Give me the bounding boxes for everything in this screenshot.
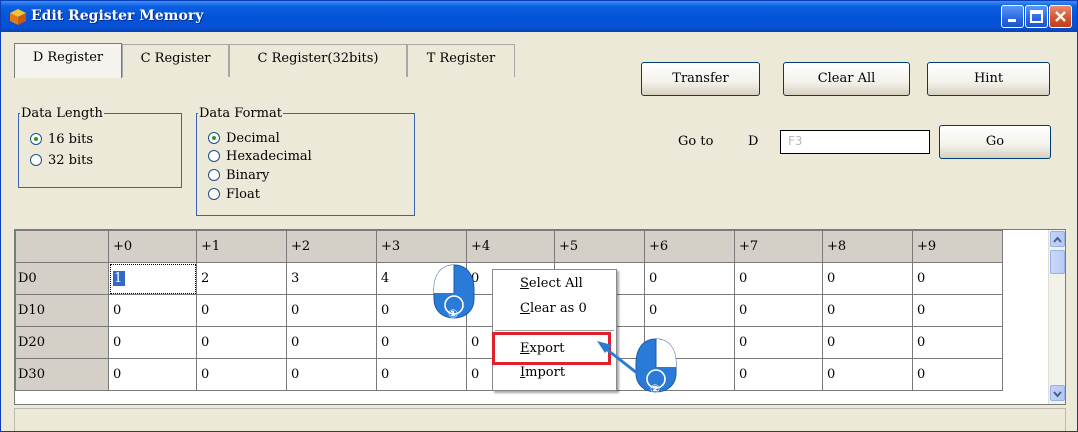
radio-16-bits[interactable]: 16 bits: [30, 132, 93, 148]
row-header: D30: [15, 358, 109, 391]
goto-address-input[interactable]: F3: [780, 130, 930, 154]
goto-device-label: D: [748, 134, 759, 149]
grid-cell[interactable]: 0: [196, 326, 287, 359]
grid-cell[interactable]: 3: [286, 262, 377, 295]
grid-cell[interactable]: 0: [286, 358, 377, 391]
grid-cell[interactable]: 0: [376, 326, 467, 359]
grid-cell[interactable]: 0: [644, 262, 735, 295]
menu-item-import[interactable]: Import: [520, 365, 565, 380]
grid-cell[interactable]: 0: [734, 262, 823, 295]
column-header: +9: [912, 230, 1003, 263]
grid-cell-selected[interactable]: 1: [108, 262, 197, 295]
row-header: D20: [15, 326, 109, 359]
hint-button[interactable]: Hint: [927, 62, 1050, 96]
column-header: +0: [108, 230, 197, 263]
close-icon: [1055, 11, 1066, 22]
grid-cell[interactable]: 0: [108, 358, 197, 391]
radio-unselected-icon: [30, 154, 42, 166]
step-2-number: ②: [650, 382, 661, 396]
grid-cell[interactable]: 0: [912, 326, 1003, 359]
maximize-icon: [1030, 10, 1043, 23]
grid-cell[interactable]: 0: [822, 358, 913, 391]
grid-cell[interactable]: 0: [196, 294, 287, 327]
corner-cell: [15, 230, 109, 263]
column-header: +3: [376, 230, 467, 263]
grid-cell[interactable]: 0: [822, 262, 913, 295]
grid-cell[interactable]: 0: [822, 294, 913, 327]
goto-label: Go to: [678, 134, 714, 149]
menu-item-label: mport: [525, 365, 566, 380]
grid-cell[interactable]: 0: [734, 358, 823, 391]
grid-cell[interactable]: 0: [286, 294, 377, 327]
menu-separator: [495, 330, 614, 331]
tab-c-register[interactable]: C Register: [122, 44, 229, 77]
radio-decimal[interactable]: Decimal: [208, 131, 280, 147]
transfer-button[interactable]: Transfer: [641, 62, 760, 96]
context-menu: Select All Clear as 0 Export Import: [492, 269, 617, 391]
column-header: +7: [734, 230, 823, 263]
export-highlight-box: [492, 332, 611, 365]
radio-binary[interactable]: Binary: [208, 168, 269, 184]
grid-cell[interactable]: 0: [822, 326, 913, 359]
go-button[interactable]: Go: [939, 125, 1051, 159]
title-bar[interactable]: Edit Register Memory: [1, 1, 1077, 32]
tab-t-register[interactable]: T Register: [407, 44, 515, 77]
scroll-up-button[interactable]: [1050, 231, 1065, 247]
radio-hexadecimal[interactable]: Hexadecimal: [208, 149, 312, 165]
grid-cell[interactable]: 0: [912, 358, 1003, 391]
radio-unselected-icon: [208, 169, 220, 181]
radio-float[interactable]: Float: [208, 187, 260, 203]
grid-cell[interactable]: 0: [734, 294, 823, 327]
radio-selected-icon: [208, 132, 220, 144]
tab-c-register-32bits[interactable]: C Register(32bits): [229, 44, 407, 77]
scroll-down-button[interactable]: [1050, 385, 1065, 401]
row-header: D0: [15, 262, 109, 295]
minimize-button[interactable]: [1001, 5, 1024, 28]
radio-32-bits[interactable]: 32 bits: [30, 153, 93, 169]
menu-item-label: elect All: [528, 276, 583, 291]
chevron-up-icon: [1053, 236, 1062, 243]
grid-cell[interactable]: 2: [196, 262, 287, 295]
menu-item-clear-as-0[interactable]: Clear as 0: [520, 301, 587, 316]
close-button[interactable]: [1049, 5, 1072, 28]
menu-item-label: lear as 0: [529, 301, 587, 316]
grid-cell[interactable]: 0: [734, 326, 823, 359]
window-title: Edit Register Memory: [31, 8, 204, 24]
chevron-down-icon: [1053, 391, 1062, 398]
column-header: +1: [196, 230, 287, 263]
menu-item-select-all[interactable]: Select All: [520, 276, 583, 291]
maximize-button[interactable]: [1025, 5, 1048, 28]
grid-cell[interactable]: 0: [108, 294, 197, 327]
status-bar: [14, 408, 1066, 431]
column-header: +2: [286, 230, 377, 263]
header-row: +0 +1 +2 +3 +4 +5 +6 +7 +8 +9: [15, 230, 1003, 263]
vertical-scrollbar[interactable]: [1048, 230, 1065, 404]
row-header: D10: [15, 294, 109, 327]
column-header: +5: [554, 230, 645, 263]
data-format-legend: Data Format: [199, 106, 282, 121]
radio-unselected-icon: [208, 150, 220, 162]
tab-d-register[interactable]: D Register: [14, 43, 122, 78]
grid-cell[interactable]: 0: [376, 358, 467, 391]
column-header: +8: [822, 230, 913, 263]
grid-cell[interactable]: 0: [286, 326, 377, 359]
edit-register-memory-window: Edit Register Memory D Register C Regist…: [0, 0, 1078, 432]
minimize-icon: [1008, 19, 1016, 22]
grid-cell[interactable]: 0: [108, 326, 197, 359]
step-1-number: ①: [448, 307, 459, 321]
radio-selected-icon: [30, 133, 42, 145]
column-header: +6: [644, 230, 735, 263]
radio-unselected-icon: [208, 188, 220, 200]
column-header: +4: [466, 230, 555, 263]
grid-cell[interactable]: 0: [196, 358, 287, 391]
data-length-legend: Data Length: [21, 106, 103, 121]
app-icon: [10, 9, 26, 25]
grid-cell[interactable]: 0: [912, 262, 1003, 295]
clear-all-button[interactable]: Clear All: [783, 62, 910, 96]
scroll-thumb[interactable]: [1050, 250, 1065, 274]
grid-cell[interactable]: 0: [644, 294, 735, 327]
grid-cell[interactable]: 0: [912, 294, 1003, 327]
